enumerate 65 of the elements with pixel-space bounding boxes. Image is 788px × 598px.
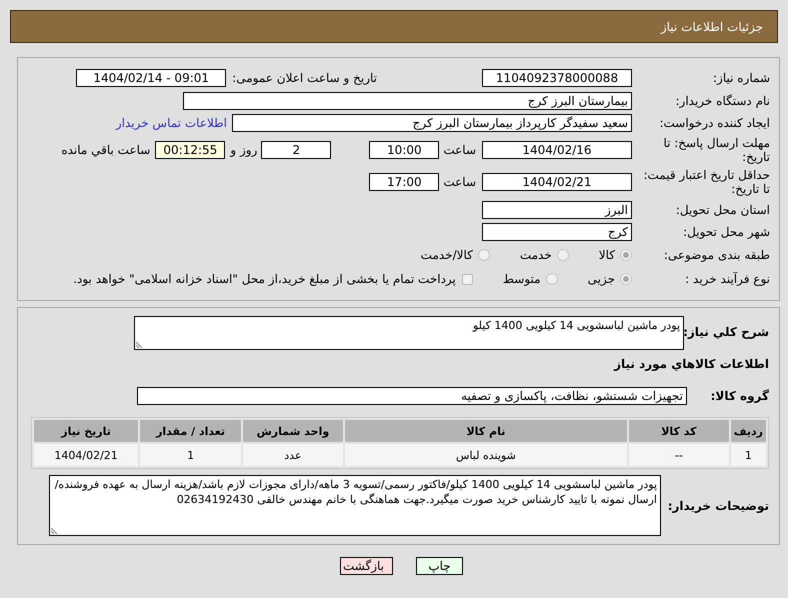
radio-label: خدمت: [520, 248, 552, 262]
back-button[interactable]: بازگشت: [340, 557, 393, 575]
time-label: ساعت: [443, 143, 476, 157]
field-label: شرح كلي نياز:: [684, 324, 770, 339]
column-header: تعداد / مقدار: [140, 420, 241, 442]
field-label: شهر محل تحویل:: [682, 225, 771, 240]
table-cell: 1: [730, 444, 766, 466]
time-field: 10:00: [369, 141, 440, 159]
contact-link[interactable]: اطلاعات تماس خریدار: [116, 116, 227, 130]
resize-grip-icon[interactable]: [51, 526, 59, 534]
print-button[interactable]: چاپ: [416, 557, 463, 575]
radio-label: كالا/خدمت: [420, 248, 473, 262]
buyer-notes-field[interactable]: [49, 475, 661, 536]
days-label: روز و: [230, 143, 258, 157]
column-header: کد کالا: [628, 420, 729, 442]
radio-button[interactable]: [478, 248, 490, 261]
table-cell: شوینده لباس: [344, 444, 627, 466]
resize-grip-icon[interactable]: [136, 340, 144, 348]
province-field: البرز: [482, 200, 632, 219]
radio-label: كالا: [598, 248, 615, 262]
column-header: ردیف: [730, 420, 766, 442]
radio-label: متوسط: [502, 272, 541, 286]
time-label: ساعت: [443, 175, 476, 189]
radio-button[interactable]: [620, 248, 632, 261]
field-label: حداقل تاریخ اعتبار قیمت: تا تاریخ:: [642, 168, 771, 196]
need-number-field: 1104092378000088: [482, 69, 632, 88]
date-field: 1404/02/16: [482, 141, 632, 159]
table-cell: عدد: [242, 444, 343, 466]
radio-label: جزیی: [588, 272, 615, 286]
buyer-org-field: بیمارستان البرز کرج: [183, 92, 632, 110]
table-cell: 1: [140, 444, 241, 466]
column-header: تاریخ نیاز: [34, 420, 138, 442]
checkbox-label: پرداخت تمام یا بخشی از مبلغ خرید،از محل "اسناد خزانه اسلامی" خواهد بود.: [73, 272, 456, 286]
field-label: طبقه بندی موضوعی:: [662, 248, 771, 262]
goods-group-field: تجهیزات شستشو، نظافت، پاکسازی و تصفیه: [137, 387, 687, 405]
time-field: 17:00: [369, 173, 440, 191]
header-bar: جزئیات اطلاعات نیاز: [10, 10, 778, 43]
remaining-label: ساعت باقي مانده: [61, 143, 150, 157]
field-label: تاریخ و ساعت اعلان عمومی:: [232, 71, 377, 86]
days-field: 2: [261, 141, 332, 159]
radio-button[interactable]: [620, 273, 632, 285]
summary-text: پودر ماشین لباسشویی 14 کیلویی 1400 کیلو: [472, 319, 680, 332]
buyer-notes-text: پودر ماشین لباسشویی 14 کیلویی 1400 کیلو/فاکتور رسمی/تسویه 3 ماهه/دارای مجوزات لازم باشد/هزینه ارسال به عهده فروشنده/ارسال نمونه با تایید کارشناس خرید صورت میگیرد.جهت هماهنگی با خانم مهندس خالقی 02634192430: [54, 478, 657, 506]
radio-button[interactable]: [556, 248, 569, 261]
announcement-field: 1404/02/14 - 09:01: [76, 69, 226, 88]
requester-field: سعید سفیدگر کارپرداز بیمارستان البرز کرج: [232, 114, 632, 132]
column-header: نام کالا: [344, 420, 627, 442]
field-label: ایجاد کننده درخواست:: [658, 116, 771, 130]
field-label: نام دستگاه خریدار:: [674, 94, 771, 108]
field-label: نوع فرآیند خرید :: [684, 272, 771, 286]
field-label: توضیحات خریدار:: [666, 498, 770, 512]
remaining-time-field: 00:12:55: [155, 141, 226, 159]
checkbox[interactable]: [462, 274, 473, 284]
column-header: واحد شمارش: [242, 420, 343, 442]
field-label: شماره نیاز:: [712, 71, 771, 86]
table-cell: --: [628, 444, 729, 466]
radio-button[interactable]: [546, 273, 558, 285]
summary-field[interactable]: پودر ماشین لباسشویی 14 کیلویی 1400 کیلو: [134, 316, 684, 350]
date-field: 1404/02/21: [482, 173, 632, 191]
field-label: استان محل تحویل:: [674, 202, 771, 217]
field-label: گروه كالا:: [710, 389, 770, 403]
field-label: مهلت ارسال پاسخ: تا تاریخ:: [662, 136, 771, 164]
city-field: کرج: [482, 223, 632, 242]
table-cell: 1404/02/21: [34, 444, 138, 466]
section-heading: اطلاعات كالاهاي مورد نياز: [612, 357, 770, 371]
